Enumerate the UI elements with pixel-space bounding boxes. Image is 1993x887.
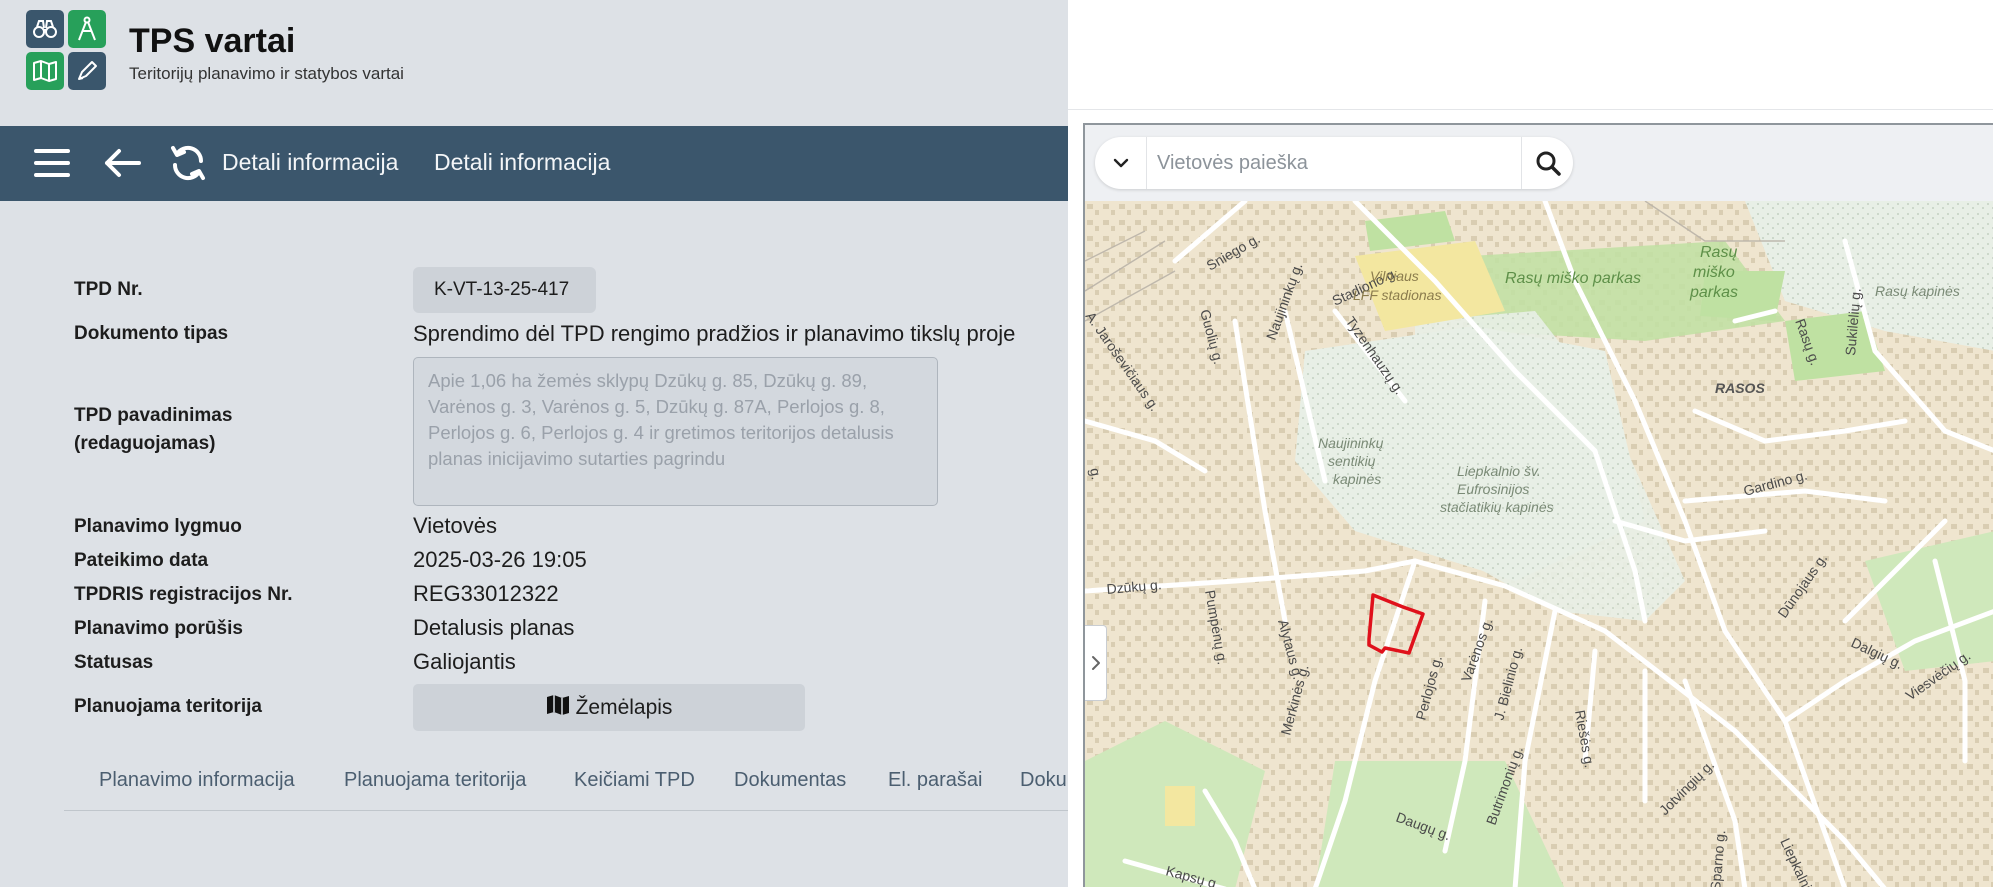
map-label: Vilniaus — [1370, 268, 1419, 284]
reg-value: REG33012322 — [413, 581, 559, 606]
map-panel: Sniego g. Stadiono g. Vilniaus LFF stadi… — [1068, 0, 1993, 887]
map-label: RASOS — [1715, 380, 1765, 396]
date-label: Pateikimo data — [74, 550, 209, 571]
map-label: sentikių — [1328, 453, 1376, 469]
map-label: LFF stadionas — [1353, 287, 1441, 303]
map-label: kapinės — [1333, 471, 1381, 487]
tpd-nr-label: TPD Nr. — [74, 279, 143, 300]
level-value: Vietovės — [413, 513, 497, 538]
tab-changed-tpd[interactable]: Keičiami TPD — [574, 769, 695, 792]
status-value: Galiojantis — [413, 649, 516, 674]
map-label: stačiatikių kapinės — [1440, 499, 1554, 515]
app-header: TPS vartai Teritorijų planavimo ir staty… — [0, 0, 1068, 126]
subtype-value: Detalusis planas — [413, 615, 575, 640]
pen-icon — [68, 52, 106, 90]
map-container[interactable]: Sniego g. Stadiono g. Vilniaus LFF stadi… — [1083, 123, 1993, 887]
reg-label: TPDRIS registracijos Nr. — [74, 584, 293, 605]
tab-documents[interactable]: Doku — [1020, 769, 1067, 792]
refresh-icon[interactable] — [168, 143, 208, 183]
tpd-name-textarea[interactable]: Apie 1,06 ha žemės sklypų Dzūkų g. 85, D… — [413, 357, 938, 506]
app-subtitle: Teritorijų planavimo ir statybos vartai — [129, 64, 404, 83]
map-search-bar — [1085, 125, 1993, 201]
map-label: Naujininkų — [1318, 435, 1384, 451]
tpd-nr-value: K-VT-13-25-417 — [434, 279, 570, 300]
map-button-label: Žemėlapis — [575, 695, 673, 719]
back-arrow-icon[interactable] — [102, 143, 142, 183]
territory-label: Planuojama teritorija — [74, 696, 262, 717]
subtype-label: Planavimo porūšis — [74, 618, 243, 639]
search-icon[interactable] — [1521, 137, 1573, 189]
status-label: Statusas — [74, 652, 154, 673]
map-label: Liepkalnio šv. — [1457, 463, 1541, 479]
map-label: Eufrosinijos — [1457, 481, 1529, 497]
date-value: 2025-03-26 19:05 — [413, 547, 587, 572]
tab-bar: Planavimo informacija Planuojama teritor… — [64, 761, 1068, 811]
map-button[interactable]: Žemėlapis — [413, 684, 805, 731]
map-canvas[interactable]: Sniego g. Stadiono g. Vilniaus LFF stadi… — [1085, 201, 1993, 887]
compass-icon — [68, 10, 106, 48]
tpd-nr-badge: K-VT-13-25-417 — [413, 267, 596, 313]
tab-signatures[interactable]: El. parašai — [888, 769, 983, 792]
chevron-right-icon[interactable] — [1085, 625, 1107, 701]
doc-type-value: Sprendimo dėl TPD rengimo pradžios ir pl… — [413, 321, 1016, 346]
level-label: Planavimo lygmuo — [74, 516, 242, 537]
tpd-name-label: TPD pavadinimas — [74, 405, 233, 426]
app-title: TPS vartai — [129, 22, 296, 60]
tab-planning-info[interactable]: Planavimo informacija — [99, 769, 295, 792]
page-title: Detali informacija — [434, 149, 611, 175]
map-search-input[interactable] — [1157, 145, 1512, 181]
map-label: Rasų kapinės — [1875, 283, 1960, 299]
map-button-icon — [546, 694, 570, 722]
map-search-box — [1095, 137, 1573, 189]
map-icon — [26, 52, 64, 90]
chevron-down-icon[interactable] — [1095, 137, 1147, 189]
map-label: miško — [1693, 264, 1735, 281]
app-logo[interactable] — [26, 10, 108, 92]
doc-type-label: Dokumento tipas — [74, 323, 229, 344]
menu-icon[interactable] — [32, 143, 72, 183]
details-section: TPD Nr. K-VT-13-25-417 Dokumento tipas S… — [0, 201, 1068, 887]
map-label: Rasų — [1700, 244, 1737, 261]
top-toolbar: Detali informacija Detali informacija — [0, 126, 1068, 201]
tab-document[interactable]: Dokumentas — [734, 769, 846, 792]
map-label: Rasų miško parkas — [1505, 270, 1641, 287]
tpd-name-label-sub: (redaguojamas) — [74, 433, 216, 454]
breadcrumb-title: Detali informacija — [222, 149, 399, 175]
tab-planned-territory[interactable]: Planuojama teritorija — [344, 769, 526, 792]
map-panel-header — [1068, 0, 1993, 110]
binoculars-icon — [26, 10, 64, 48]
map-label: parkas — [1689, 284, 1738, 301]
